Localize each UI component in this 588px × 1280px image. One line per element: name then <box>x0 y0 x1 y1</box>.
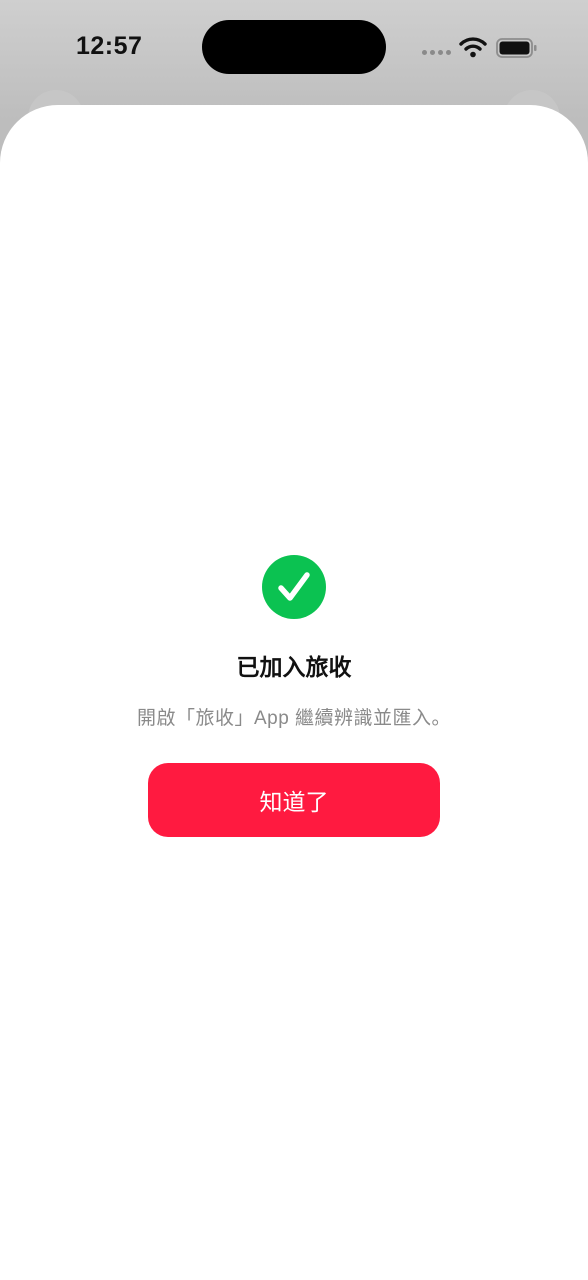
dynamic-island <box>202 20 386 74</box>
got-it-button[interactable]: 知道了 <box>148 763 440 837</box>
dialog-message: 開啟「旅收」App 繼續辨識並匯入。 <box>136 708 452 729</box>
wifi-icon <box>459 37 487 58</box>
confirmation-sheet <box>0 105 588 1280</box>
battery-icon <box>496 38 537 58</box>
dialog-title: 已加入旅收 <box>236 654 352 680</box>
check-circle-icon <box>262 555 326 619</box>
signal-icon <box>422 42 452 55</box>
status-time: 12:57 <box>76 32 143 60</box>
status-bar: 12:57 <box>0 0 588 96</box>
